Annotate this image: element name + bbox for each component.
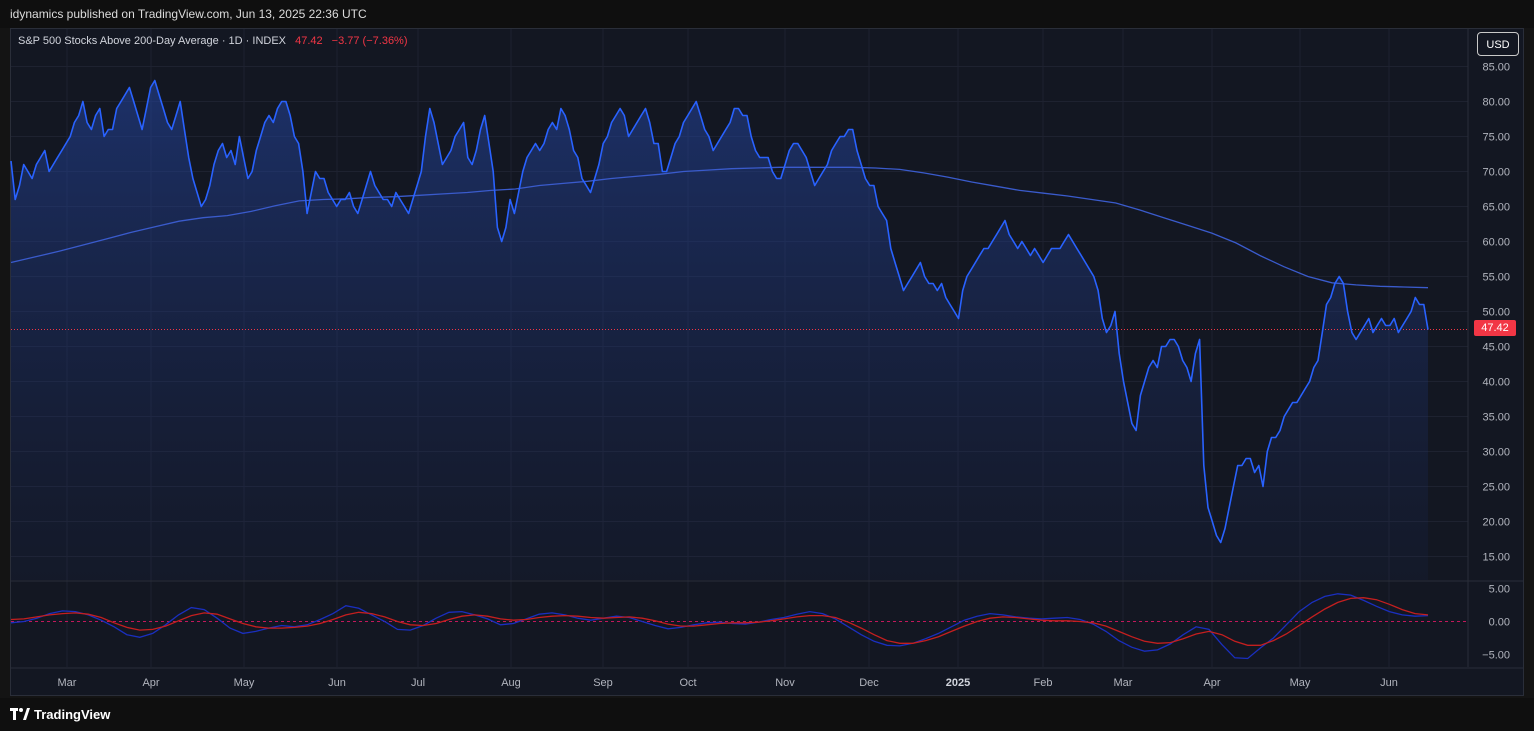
time-axis-tick: Apr (142, 677, 159, 689)
price-axis: 85.00 80.00 75.00 70.00 65.00 60.00 55.00 50.00… (1482, 62, 1510, 662)
price-area (11, 80, 1428, 580)
time-axis-tick: Jun (1380, 677, 1398, 689)
oscillator-macd-line (10, 593, 1429, 660)
price-axis-tick: 35.00 (1482, 412, 1510, 424)
time-axis-tick: May (234, 677, 255, 689)
price-axis-tick: 80.00 (1482, 97, 1510, 109)
price-axis-tick: 85.00 (1482, 62, 1510, 74)
price-axis-tick: 55.00 (1482, 272, 1510, 284)
time-axis-tick: Mar (58, 677, 77, 689)
price-axis-tick: 20.00 (1482, 517, 1510, 529)
price-axis-tick: 65.00 (1482, 202, 1510, 214)
time-axis-tick: Jul (411, 677, 425, 689)
time-axis-tick: Mar (1114, 677, 1133, 689)
chart-svg[interactable]: 85.00 80.00 75.00 70.00 65.00 60.00 55.00 50.00… (0, 0, 1534, 731)
legend-change: −3.77 (−7.36%) (331, 35, 408, 47)
time-axis-tick: May (1290, 677, 1311, 689)
time-axis-tick: Nov (775, 677, 795, 689)
price-area-fill (11, 80, 1428, 580)
price-axis-tick: 40.00 (1482, 377, 1510, 389)
price-axis-tick: 45.00 (1482, 342, 1510, 354)
time-axis-tick: Sep (593, 677, 613, 689)
tradingview-logo[interactable]: TradingView (10, 706, 111, 722)
time-axis: Mar Apr May Jun Jul Aug Sep Oct Nov Dec 2025 Feb Mar… (58, 677, 1398, 689)
tradingview-logo-icon (10, 708, 30, 720)
price-axis-tick: 15.00 (1482, 552, 1510, 564)
footer-bar (0, 698, 1534, 731)
price-axis-tick: 30.00 (1482, 447, 1510, 459)
oscillator-axis-tick: 5.00 (1489, 584, 1510, 596)
legend-last: 47.42 (295, 35, 323, 47)
time-axis-tick: Jun (328, 677, 346, 689)
chart-legend: S&P 500 Stocks Above 200-Day Average · 1… (18, 35, 408, 47)
time-axis-tick: Feb (1034, 677, 1053, 689)
time-axis-tick: Apr (1203, 677, 1220, 689)
price-axis-tick: 60.00 (1482, 237, 1510, 249)
oscillator-axis-tick: 0.00 (1489, 617, 1510, 629)
price-axis-tick: 25.00 (1482, 482, 1510, 494)
time-axis-tick: Dec (859, 677, 879, 689)
tradingview-brand: TradingView (34, 706, 111, 722)
price-axis-tick: 70.00 (1482, 167, 1510, 179)
time-axis-tick: Oct (679, 677, 696, 689)
time-axis-tick: 2025 (946, 677, 970, 689)
currency-button[interactable]: USD (1477, 32, 1519, 56)
oscillator-panel (10, 593, 1468, 660)
price-axis-tick: 50.00 (1482, 307, 1510, 319)
time-axis-tick: Aug (501, 677, 521, 689)
last-price-label: 47.42 (1474, 320, 1516, 336)
oscillator-axis-tick: −5.00 (1482, 650, 1510, 662)
price-axis-tick: 75.00 (1482, 132, 1510, 144)
legend-symbol: S&P 500 Stocks Above 200-Day Average · 1… (18, 35, 287, 47)
